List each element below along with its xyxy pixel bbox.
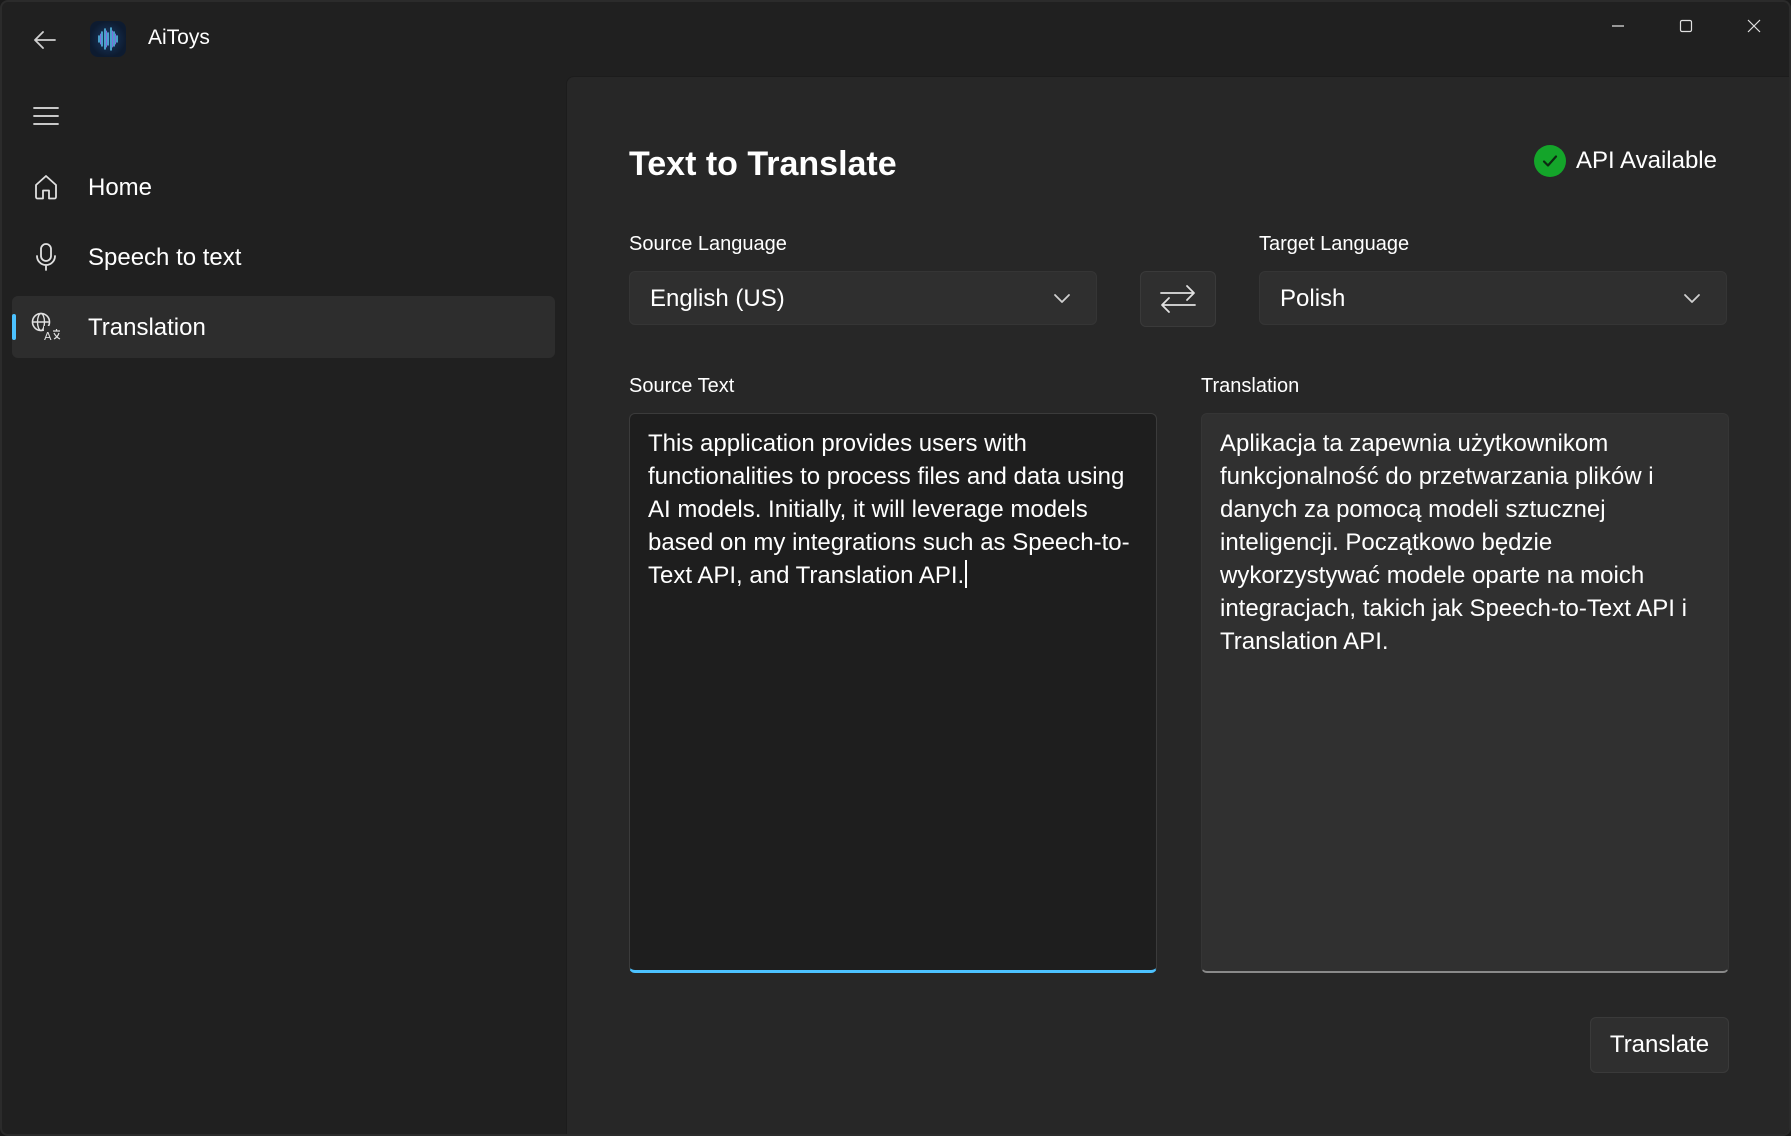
page-title: Text to Translate — [629, 145, 897, 183]
checkmark-circle-icon — [1534, 145, 1566, 177]
active-indicator — [12, 314, 16, 340]
minimize-button[interactable] — [1584, 2, 1652, 50]
hamburger-menu-button[interactable] — [24, 96, 68, 136]
back-button[interactable] — [22, 20, 68, 60]
translate-icon: A — [30, 311, 62, 343]
home-icon — [30, 171, 62, 203]
minimize-icon — [1612, 25, 1624, 27]
swap-languages-button[interactable] — [1140, 271, 1216, 327]
nav-item-translation[interactable]: A Translation — [12, 296, 555, 358]
source-language-dropdown[interactable]: English (US) — [629, 271, 1097, 325]
source-text-content: This application provides users with fun… — [648, 430, 1130, 589]
back-arrow-icon — [34, 31, 56, 49]
source-text-input[interactable]: This application provides users with fun… — [629, 413, 1157, 973]
nav-item-label: Home — [88, 174, 153, 201]
microphone-icon — [30, 241, 62, 273]
text-caret — [965, 560, 968, 588]
api-status: API Available — [1534, 145, 1717, 177]
target-language-label: Target Language — [1259, 233, 1410, 255]
nav-item-label: Translation — [88, 314, 206, 341]
close-icon — [1747, 19, 1761, 33]
title-bar: AiToys — [2, 2, 1789, 76]
chevron-down-icon — [1052, 288, 1072, 308]
nav-item-speech-to-text[interactable]: Speech to text — [12, 226, 555, 288]
chevron-down-icon — [1682, 288, 1702, 308]
svg-text:A: A — [44, 330, 52, 343]
app-window: AiToys Home Speech to text A Translation… — [0, 0, 1791, 1136]
hamburger-icon — [33, 107, 59, 125]
target-language-value: Polish — [1280, 285, 1346, 312]
swap-arrows-icon — [1160, 285, 1196, 313]
translation-output[interactable]: Aplikacja ta zapewnia użytkownikom funkc… — [1201, 413, 1729, 973]
close-button[interactable] — [1720, 2, 1788, 50]
translation-page: Text to Translate API Available Source L… — [566, 76, 1789, 1134]
translation-content: Aplikacja ta zapewnia użytkownikom funkc… — [1220, 430, 1694, 655]
target-language-dropdown[interactable]: Polish — [1259, 271, 1727, 325]
maximize-icon — [1679, 19, 1693, 33]
app-title: AiToys — [148, 26, 210, 49]
maximize-button[interactable] — [1652, 2, 1720, 50]
app-logo-icon — [90, 21, 126, 57]
source-language-label: Source Language — [629, 233, 787, 255]
translate-button[interactable]: Translate — [1590, 1017, 1729, 1073]
translation-label: Translation — [1201, 375, 1300, 397]
nav-item-home[interactable]: Home — [12, 156, 555, 218]
source-text-label: Source Text — [629, 375, 735, 397]
source-language-value: English (US) — [650, 285, 785, 312]
api-status-label: API Available — [1576, 147, 1717, 174]
nav-item-label: Speech to text — [88, 244, 242, 271]
